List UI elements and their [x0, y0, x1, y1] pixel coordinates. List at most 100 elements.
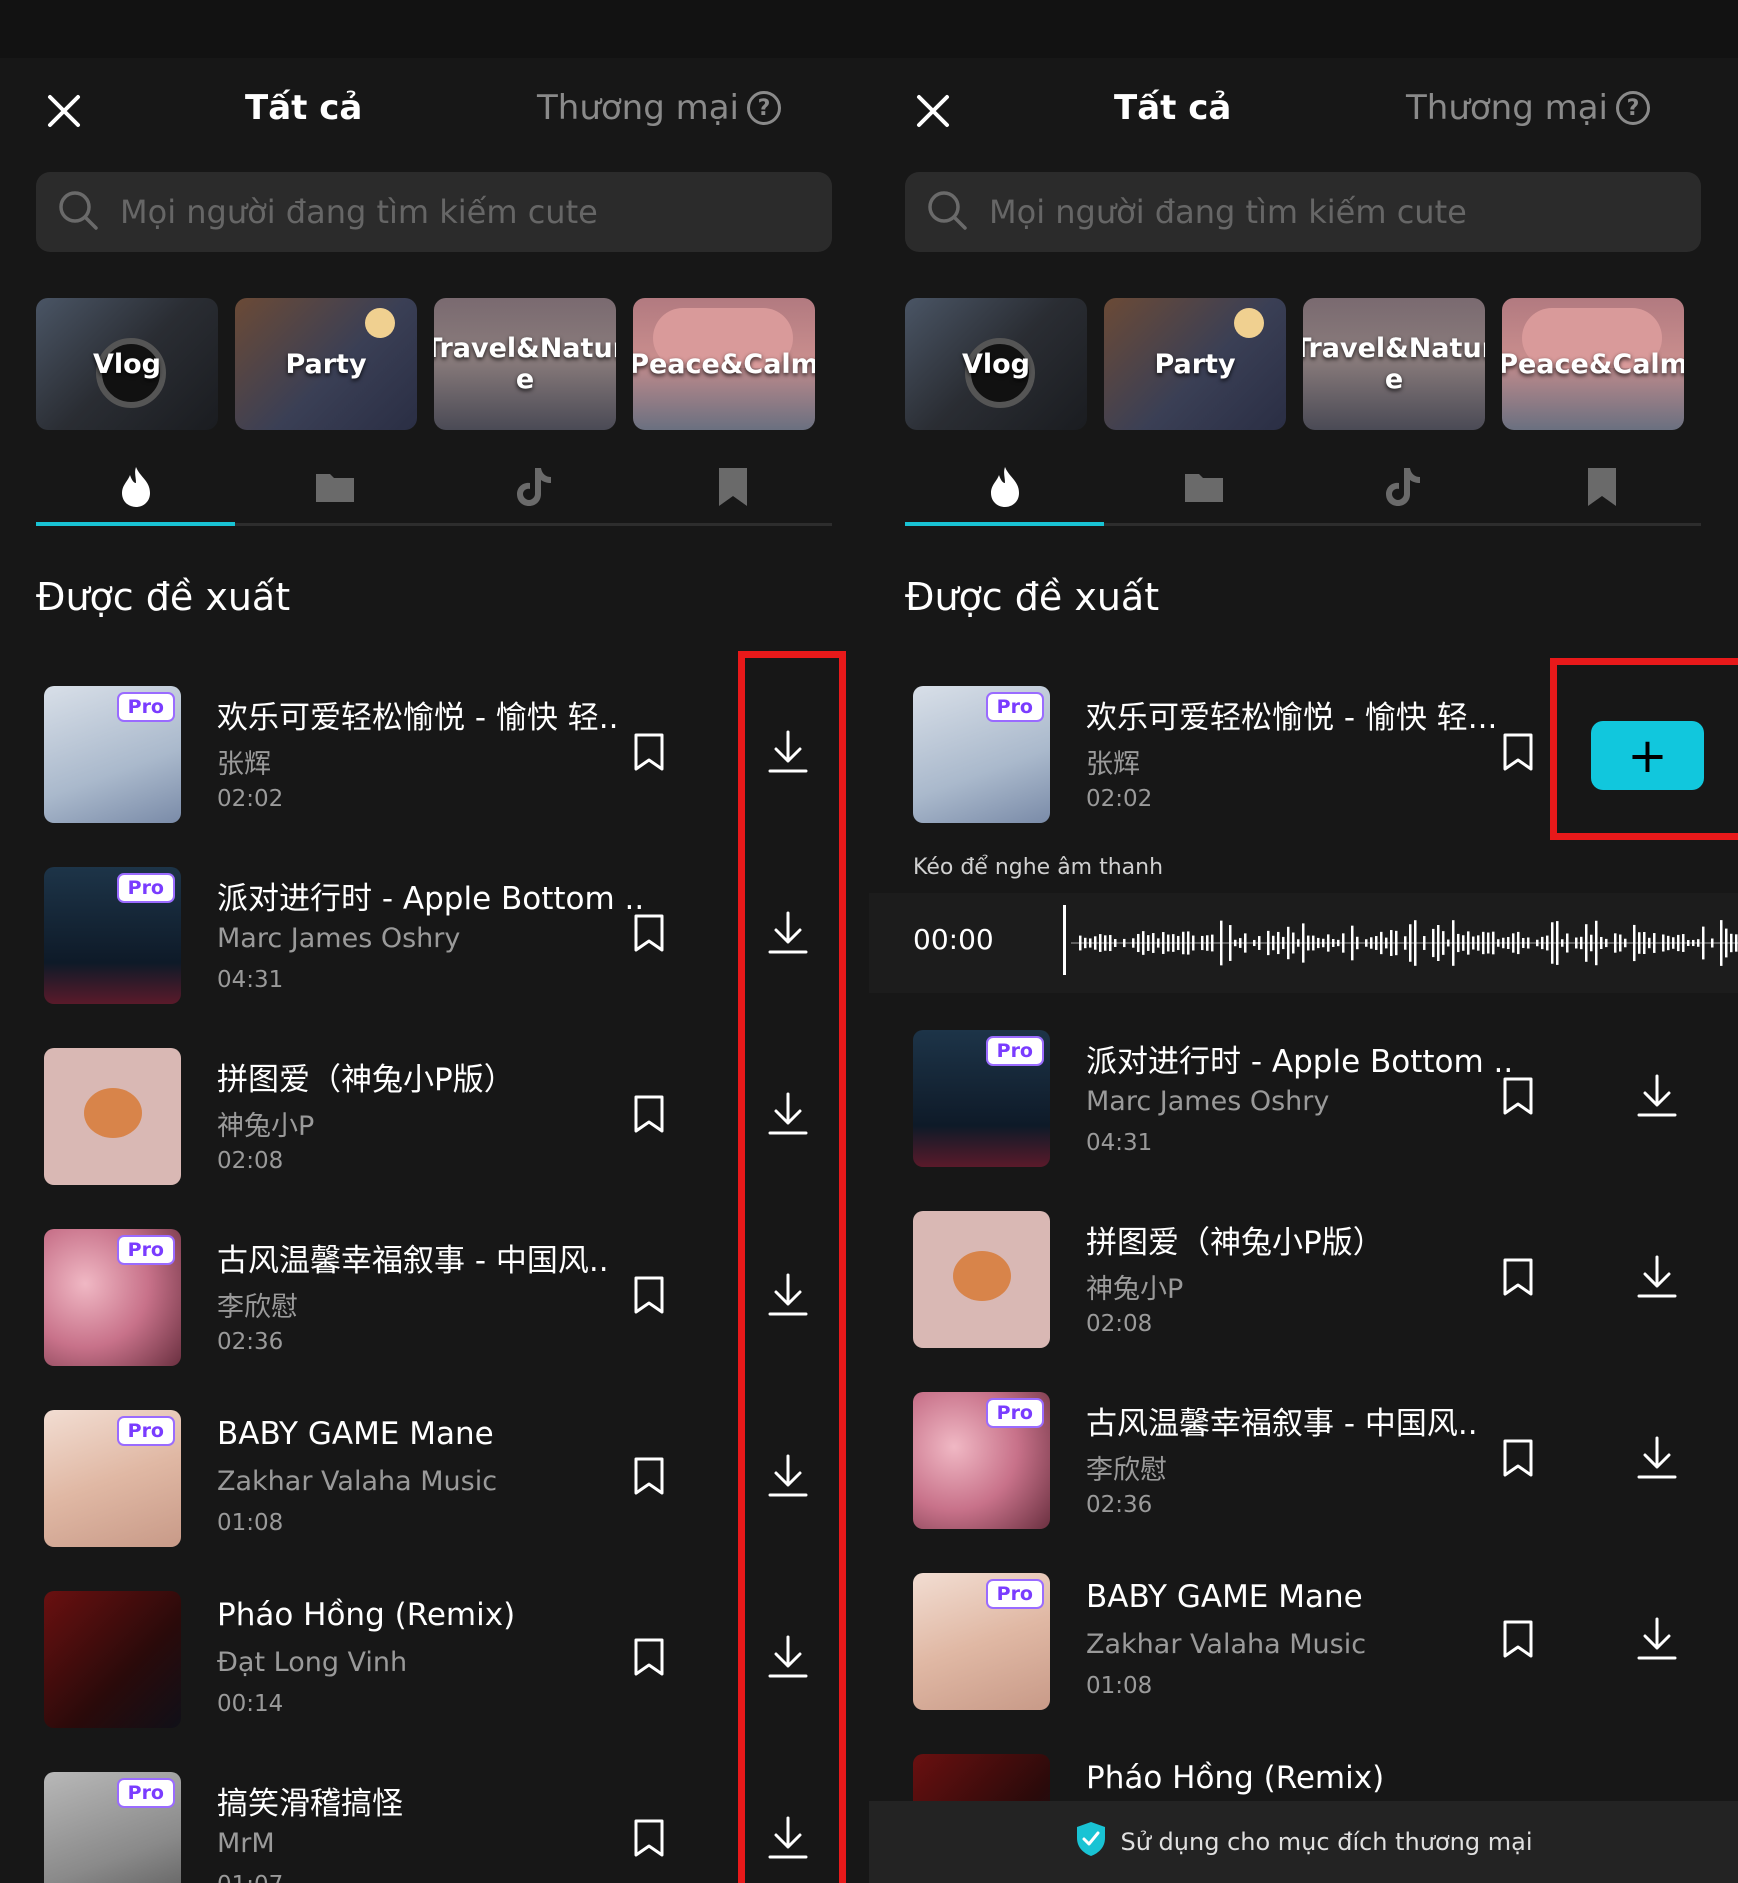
download-icon[interactable] [1635, 1073, 1679, 1119]
bookmark-icon[interactable] [632, 1818, 666, 1858]
song-thumbnail: Pro [913, 1030, 1050, 1167]
waveform-bar [1735, 934, 1738, 952]
close-icon[interactable] [44, 91, 84, 131]
waveform-bar [1327, 934, 1330, 952]
pro-badge: Pro [985, 1398, 1044, 1428]
close-icon[interactable] [913, 91, 953, 131]
search-input[interactable] [989, 193, 1649, 231]
waveform-bar [1527, 937, 1530, 949]
tab-tiktok[interactable] [434, 450, 633, 523]
waveform-bar [1697, 939, 1700, 947]
waveform-bar [1462, 935, 1465, 951]
song-row[interactable]: Pro 派对进行时 - Apple Bottom .. Marc James O… [869, 1030, 1738, 1211]
tab-commercial[interactable]: Thương mại ? [1406, 88, 1651, 128]
category-vlog[interactable]: Vlog [36, 298, 218, 430]
bookmark-icon[interactable] [632, 1094, 666, 1134]
bookmark-icon[interactable] [632, 1637, 666, 1677]
download-icon[interactable] [1635, 1435, 1679, 1481]
waveform-bar [1442, 931, 1445, 955]
waveform-bar [1079, 935, 1082, 951]
song-row[interactable]: 拼图爱（神兔小P版） 神兔小P 02:08 [869, 1211, 1738, 1392]
waveform-bar [1682, 934, 1685, 952]
song-thumbnail: Pro [913, 1573, 1050, 1710]
tab-saved[interactable] [633, 450, 832, 523]
tab-folder[interactable] [1104, 450, 1303, 523]
waveform-bar [1167, 934, 1170, 952]
waveform-bar [1677, 934, 1680, 952]
playhead[interactable] [1063, 905, 1066, 975]
waveform-bar [1472, 936, 1475, 950]
section-title: Được đề xuất [905, 575, 1160, 619]
waveform-bar [1566, 933, 1569, 953]
category-party[interactable]: Party [235, 298, 417, 430]
category-peace-calm[interactable]: Peace&Calm [633, 298, 815, 430]
waveform-bar [1546, 935, 1549, 951]
search-bar[interactable] [36, 172, 832, 252]
waveform-bar [1447, 939, 1450, 947]
help-icon[interactable]: ? [1616, 91, 1651, 125]
bookmark-icon[interactable] [632, 913, 666, 953]
waveform-bar [1600, 936, 1603, 950]
song-title: BABY GAME Mane [1086, 1579, 1363, 1615]
tab-commercial[interactable]: Thương mại ? [537, 88, 782, 128]
tab-all[interactable]: Tất cả [245, 88, 362, 128]
waveform-bar [1720, 920, 1723, 966]
song-artist: MrM [217, 1828, 275, 1859]
bookmark-icon[interactable] [632, 732, 666, 772]
waveform-bar [1123, 938, 1126, 948]
help-icon[interactable]: ? [747, 91, 782, 125]
waveform-bar [1497, 939, 1500, 947]
waveform-bar [1624, 938, 1627, 948]
song-duration: 02:02 [1086, 786, 1153, 812]
bookmark-icon[interactable] [1501, 1076, 1535, 1116]
tab-saved[interactable] [1502, 450, 1701, 523]
category-vlog[interactable]: Vlog [905, 298, 1087, 430]
category-label: Peace&Calm [1502, 348, 1684, 380]
bookmark-icon[interactable] [1501, 1257, 1535, 1297]
song-title: Pháo Hồng (Remix) [217, 1597, 516, 1633]
song-row[interactable]: Pro 古风温馨幸福叙事 - 中国风.. 李欣慰 02:36 [869, 1392, 1738, 1573]
waveform-bar [1267, 930, 1270, 956]
bookmark-icon[interactable] [632, 1456, 666, 1496]
library-tabs [905, 450, 1701, 526]
bookmark-icon[interactable] [1501, 732, 1535, 772]
category-party[interactable]: Party [1104, 298, 1286, 430]
song-artist: 神兔小P [1086, 1274, 1184, 1305]
search-bar[interactable] [905, 172, 1701, 252]
waveform-bar [1172, 934, 1175, 952]
category-travel-nature[interactable]: Travel&Natur e [434, 298, 616, 430]
search-input[interactable] [120, 193, 780, 231]
download-icon[interactable] [1635, 1616, 1679, 1662]
waveform-bar [1452, 920, 1455, 966]
waveform-bar [1536, 939, 1539, 947]
waveform-bar [1414, 920, 1417, 966]
waveform-bar [1322, 938, 1325, 948]
tab-all[interactable]: Tất cả [1114, 88, 1231, 128]
category-peace-calm[interactable]: Peace&Calm [1502, 298, 1684, 430]
song-thumbnail: Pro [44, 686, 181, 823]
category-label: Party [1154, 348, 1236, 380]
tab-trending[interactable] [36, 450, 235, 526]
song-artist: 张辉 [217, 749, 271, 780]
song-duration: 02:02 [217, 786, 284, 812]
waveform[interactable] [1071, 903, 1738, 983]
bookmark-icon[interactable] [632, 1275, 666, 1315]
waveform-bar [1342, 933, 1345, 953]
audio-preview[interactable]: 00:00 [869, 893, 1738, 993]
tab-tiktok[interactable] [1303, 450, 1502, 523]
tab-folder[interactable] [235, 450, 434, 523]
song-thumbnail: Pro [44, 1229, 181, 1366]
song-thumbnail [44, 1591, 181, 1728]
bookmark-icon[interactable] [1501, 1619, 1535, 1659]
tab-trending[interactable] [905, 450, 1104, 526]
song-thumbnail: Pro [44, 1772, 181, 1883]
bookmark-icon[interactable] [1501, 1438, 1535, 1478]
download-icon[interactable] [1635, 1254, 1679, 1300]
song-row[interactable]: Pro BABY GAME Mane Zakhar Valaha Music 0… [869, 1573, 1738, 1754]
waveform-bar [1297, 939, 1300, 947]
category-travel-nature[interactable]: Travel&Natur e [1303, 298, 1485, 430]
waveform-bar [1585, 924, 1588, 962]
pro-badge: Pro [116, 1416, 175, 1446]
waveform-bar [1244, 933, 1247, 953]
top-bar: Tất cả Thương mại ? [0, 58, 869, 160]
